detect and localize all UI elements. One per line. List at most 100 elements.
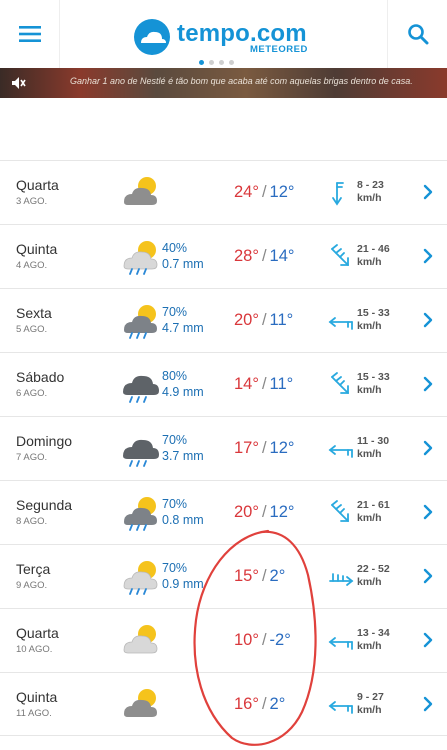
chevron-right-icon[interactable] — [423, 632, 433, 648]
precip-amount: 0.9 mm — [162, 577, 204, 591]
precipitation: 70% 3.7 mm — [162, 432, 204, 464]
temp-separator: / — [261, 631, 267, 649]
wind-range: 9 - 27 — [357, 691, 384, 703]
day-date: 11 AGO. — [16, 708, 52, 719]
temperature: 16°/2° — [234, 695, 285, 714]
temp-min: 12° — [269, 439, 295, 457]
chevron-right-icon[interactable] — [423, 504, 433, 520]
day-date: 4 AGO. — [16, 260, 48, 271]
forecast-row[interactable]: Quinta 11 AGO. 16°/2° 9 - 27 km/h — [0, 672, 447, 736]
menu-button[interactable] — [0, 0, 60, 68]
forecast-row[interactable]: Quinta 4 AGO. 40% 0.7 mm 28°/14° 21 - 46 km/h — [0, 224, 447, 288]
weather-icon — [123, 241, 158, 275]
wind-range: 13 - 34 — [357, 627, 390, 639]
temp-separator: / — [261, 503, 267, 521]
wind-range: 11 - 30 — [357, 435, 390, 447]
wind-speed: 11 - 30 km/h — [357, 435, 389, 461]
day-date: 7 AGO. — [16, 452, 48, 463]
temp-max: 24° — [234, 183, 259, 201]
chevron-right-icon[interactable] — [423, 440, 433, 456]
wind-range: 15 - 33 — [357, 371, 390, 383]
wind-w-icon — [328, 637, 353, 650]
precipitation: 40% 0.7 mm — [162, 240, 204, 272]
temperature: 20°/12° — [234, 503, 295, 522]
precipitation: 70% 4.7 mm — [162, 304, 204, 336]
temp-separator: / — [261, 311, 267, 329]
wind-speed: 13 - 34 km/h — [357, 627, 390, 653]
day-date: 6 AGO. — [16, 388, 48, 399]
carousel-dots[interactable] — [199, 60, 234, 65]
wind-unit: km/h — [357, 640, 382, 652]
forecast-row[interactable]: Sábado 6 AGO. 80% 4.9 mm 14°/11° 15 - 33 km/h — [0, 352, 447, 416]
search-button[interactable] — [387, 0, 447, 68]
wind-speed: 21 - 61 km/h — [357, 499, 390, 525]
precipitation: 80% 4.9 mm — [162, 368, 204, 400]
day-date: 9 AGO. — [16, 580, 48, 591]
day-name: Sábado — [16, 369, 65, 385]
weather-icon — [123, 561, 158, 595]
temp-min: -2° — [269, 631, 291, 649]
precip-probability: 70% — [162, 561, 188, 575]
ad-banner[interactable]: Ganhar 1 ano de Nestlé é tão bom que aca… — [0, 68, 447, 98]
forecast-list: Quarta 3 AGO. 24°/12° 8 - 23 km/h Quinta 4 AGO… — [0, 160, 447, 736]
forecast-row[interactable]: Sexta 5 AGO. 70% 4.7 mm 20°/11° 15 - 33 km/h — [0, 288, 447, 352]
chevron-right-icon[interactable] — [423, 696, 433, 712]
wind-unit: km/h — [357, 512, 382, 524]
carousel-dot[interactable] — [209, 60, 214, 65]
temp-max: 20° — [234, 311, 259, 329]
temp-separator: / — [261, 183, 267, 201]
chevron-right-icon[interactable] — [423, 376, 433, 392]
hamburger-icon — [18, 26, 41, 42]
temp-max: 16° — [234, 695, 259, 713]
day-date: 5 AGO. — [16, 324, 48, 335]
precipitation: 70% 0.8 mm — [162, 496, 204, 528]
wind-w-icon — [328, 445, 353, 458]
wind-range: 22 - 52 — [357, 563, 390, 575]
temperature: 17°/12° — [234, 439, 295, 458]
temp-separator: / — [261, 567, 267, 585]
chevron-right-icon[interactable] — [423, 184, 433, 200]
forecast-row[interactable]: Segunda 8 AGO. 70% 0.8 mm 20°/12° 21 - 61 km/h — [0, 480, 447, 544]
wind-unit: km/h — [357, 192, 382, 204]
wind-unit: km/h — [357, 448, 382, 460]
temp-min: 2° — [269, 695, 286, 713]
forecast-row[interactable]: Domingo 7 AGO. 70% 3.7 mm 17°/12° 11 - 30 km/h — [0, 416, 447, 480]
wind-speed: 21 - 46 km/h — [357, 243, 390, 269]
temp-min: 12° — [269, 183, 295, 201]
precip-probability: 70% — [162, 433, 188, 447]
weather-icon — [124, 689, 157, 717]
wind-range: 8 - 23 — [357, 179, 384, 191]
wind-w-icon — [328, 701, 353, 714]
search-icon — [407, 24, 428, 45]
temp-separator: / — [261, 695, 267, 713]
temperature: 20°/11° — [234, 311, 293, 330]
temperature: 28°/14° — [234, 247, 295, 266]
wind-unit: km/h — [357, 256, 382, 268]
forecast-row[interactable]: Quarta 3 AGO. 24°/12° 8 - 23 km/h — [0, 160, 447, 224]
precip-amount: 3.7 mm — [162, 449, 204, 463]
chevron-right-icon[interactable] — [423, 312, 433, 328]
day-name: Quarta — [16, 177, 59, 193]
chevron-right-icon[interactable] — [423, 568, 433, 584]
chevron-right-icon[interactable] — [423, 248, 433, 264]
mute-icon[interactable] — [10, 75, 26, 91]
wind-speed: 8 - 23 km/h — [357, 179, 384, 205]
day-name: Quarta — [16, 625, 59, 641]
temp-min: 14° — [269, 247, 295, 265]
wind-range: 21 - 61 — [357, 499, 390, 511]
temp-min: 2° — [269, 567, 286, 585]
precip-amount: 0.7 mm — [162, 257, 204, 271]
temp-min: 11° — [269, 375, 294, 393]
forecast-row[interactable]: Quarta 10 AGO. 10° / -2° 13 - 34 km/h — [0, 608, 447, 672]
forecast-row[interactable]: Terça 9 AGO. 70% 0.9 mm 15°/2° 22 - 52 km/h — [0, 544, 447, 608]
wind-unit: km/h — [357, 320, 382, 332]
temperature: 15°/2° — [234, 567, 285, 586]
temperature: 14°/11° — [234, 375, 293, 394]
carousel-dot[interactable] — [229, 60, 234, 65]
carousel-dot[interactable] — [219, 60, 224, 65]
precip-amount: 0.8 mm — [162, 513, 204, 527]
carousel-dot[interactable] — [199, 60, 204, 65]
precip-probability: 40% — [162, 241, 188, 255]
logo[interactable]: tempo.com METEORED — [132, 18, 322, 58]
temp-max: 14° — [234, 375, 259, 393]
